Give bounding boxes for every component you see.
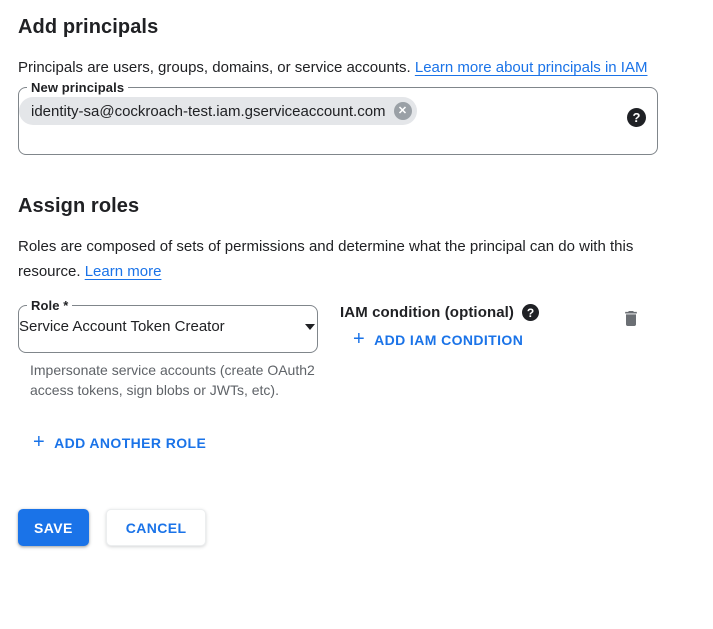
dialog-actions: SAVE CANCEL (18, 509, 695, 546)
add-another-role-button[interactable]: + ADD ANOTHER ROLE (33, 434, 206, 452)
delete-role-button[interactable] (621, 308, 641, 329)
role-column: Role * Service Account Token Creator Imp… (18, 298, 318, 400)
role-helper-text: Impersonate service accounts (create OAu… (18, 360, 330, 400)
role-label: Role * (27, 298, 72, 313)
new-principals-label: New principals (27, 80, 128, 95)
role-selected-value: Service Account Token Creator (19, 318, 225, 335)
learn-more-roles-link[interactable]: Learn more (85, 263, 162, 280)
principals-chip-row: identity-sa@cockroach-test.iam.gservicea… (19, 97, 657, 125)
add-iam-condition-label: ADD IAM CONDITION (374, 332, 523, 348)
principal-chip-value: identity-sa@cockroach-test.iam.gservicea… (31, 103, 386, 120)
principal-chip: identity-sa@cockroach-test.iam.gservicea… (19, 97, 417, 125)
trash-icon (621, 317, 641, 332)
plus-icon: + (353, 329, 365, 349)
iam-condition-column: IAM condition (optional) ? + ADD IAM CON… (340, 298, 539, 350)
save-button[interactable]: SAVE (18, 509, 89, 546)
dropdown-arrow-icon (305, 324, 315, 330)
assign-roles-description: Roles are composed of sets of permission… (18, 234, 673, 284)
add-another-role-label: ADD ANOTHER ROLE (54, 435, 206, 451)
iam-condition-label: IAM condition (optional) (340, 304, 514, 321)
role-value-row: Service Account Token Creator (19, 313, 317, 335)
new-principals-field[interactable]: New principals identity-sa@cockroach-tes… (18, 80, 658, 155)
intro-text: Principals are users, groups, domains, o… (18, 55, 673, 80)
iam-condition-help-icon[interactable]: ? (522, 304, 539, 321)
learn-more-principals-link[interactable]: Learn more about principals in IAM (415, 59, 648, 76)
iam-condition-label-row: IAM condition (optional) ? (340, 304, 539, 321)
assign-roles-title: Assign roles (18, 195, 695, 218)
help-icon[interactable]: ? (627, 108, 646, 127)
role-row: Role * Service Account Token Creator Imp… (18, 298, 695, 400)
delete-role-column (621, 298, 641, 334)
role-select[interactable]: Role * Service Account Token Creator (18, 298, 318, 353)
page-title: Add principals (18, 0, 695, 39)
intro-description: Principals are users, groups, domains, o… (18, 59, 411, 76)
chip-remove-icon[interactable]: ✕ (394, 102, 412, 120)
add-principals-panel: Add principals Principals are users, gro… (0, 0, 713, 546)
plus-icon: + (33, 432, 45, 452)
cancel-button[interactable]: CANCEL (106, 509, 207, 546)
add-iam-condition-button[interactable]: + ADD IAM CONDITION (353, 331, 523, 349)
